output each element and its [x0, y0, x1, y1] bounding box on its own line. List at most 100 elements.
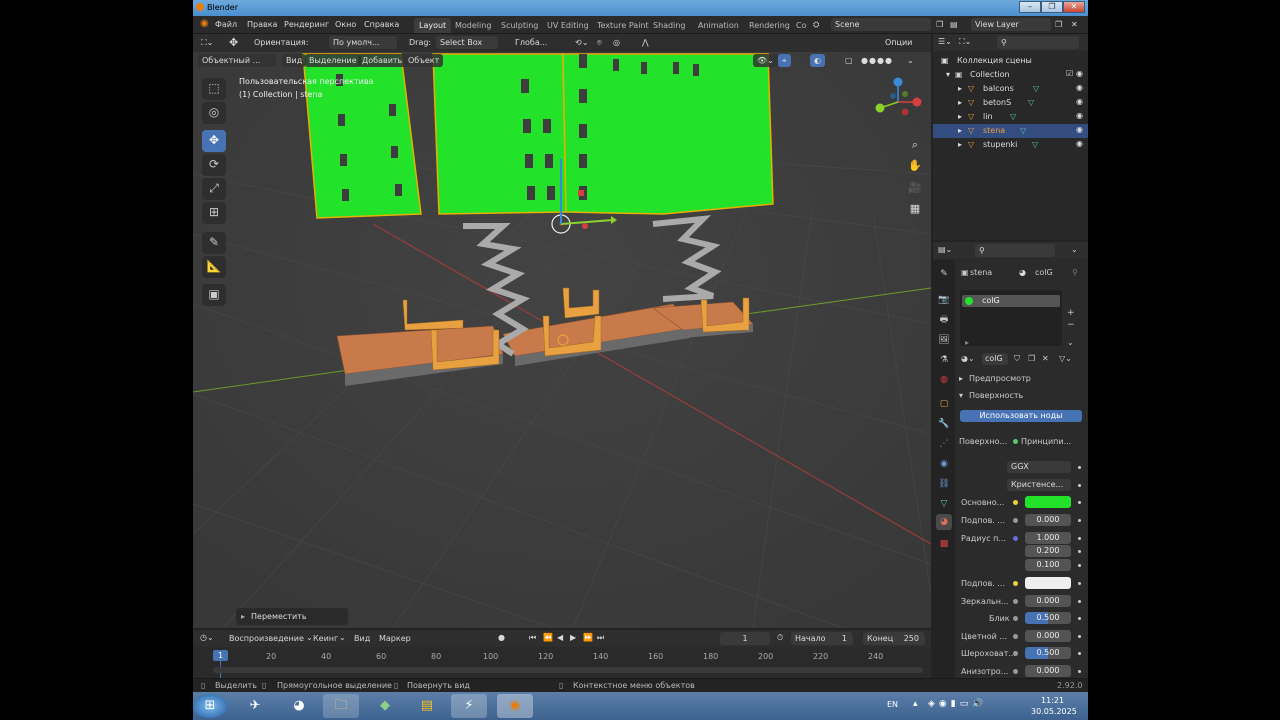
measure-tool-icon[interactable]: 📐 — [202, 256, 226, 278]
menu-view[interactable]: Вид — [282, 54, 307, 67]
checkbox-icon[interactable]: ☑ — [1066, 69, 1073, 78]
surface-panel-header[interactable]: ▾ Поверхность — [955, 389, 1088, 403]
last-operator-panel[interactable]: ▸ Переместить — [236, 608, 348, 625]
properties-search-input[interactable]: ⚲ — [975, 244, 1055, 257]
proportional-edit-icon[interactable]: ◎ — [609, 36, 624, 49]
eye-icon[interactable]: ◉ — [1076, 125, 1083, 134]
maximize-button[interactable]: ❐ — [1041, 1, 1063, 13]
record-icon[interactable]: ● — [498, 633, 505, 642]
material-tab-icon[interactable]: ◕ — [936, 514, 952, 530]
eye-icon[interactable]: ◉ — [1076, 139, 1083, 148]
slot-menu-icon[interactable]: ⌄ — [1067, 338, 1074, 347]
annotate-tool-icon[interactable]: ✎ — [202, 232, 226, 254]
tab-texture-paint[interactable]: Texture Paint — [592, 18, 654, 33]
unlink-icon[interactable]: ✕ — [1042, 354, 1049, 363]
base-color-swatch[interactable] — [1025, 496, 1071, 508]
prev-keyframe-icon[interactable]: ⏪ — [543, 633, 553, 642]
keyframe-dot[interactable] — [1078, 501, 1081, 504]
transform-tool-icon[interactable]: ⊞ — [202, 202, 226, 224]
outliner-item-lin[interactable]: ▸ ▽ lin ▽ ◉ — [933, 110, 1088, 124]
play-icon[interactable]: ▶ — [570, 633, 576, 642]
view-layer-remove-icon[interactable]: ✕ — [1071, 20, 1078, 29]
visibility-icon[interactable]: 👁⌄ — [753, 54, 778, 67]
android-icon[interactable]: ◆ — [367, 694, 403, 718]
jump-start-icon[interactable]: ⏮ — [529, 633, 536, 643]
gizmo-toggle-icon[interactable]: ⌖ — [778, 54, 791, 67]
eye-icon[interactable]: ◉ — [1076, 69, 1083, 78]
marker-menu[interactable]: Маркер — [379, 634, 411, 643]
tab-shading[interactable]: Shading — [648, 18, 691, 33]
keyframe-dot[interactable] — [1078, 519, 1081, 522]
next-keyframe-icon[interactable]: ⏩ — [583, 633, 593, 642]
rotate-tool-icon[interactable]: ⟳ — [202, 154, 226, 176]
blender-taskbar-icon[interactable]: ◉ — [497, 694, 533, 718]
language-indicator[interactable]: EN — [887, 700, 898, 709]
subsurface-color-swatch[interactable] — [1025, 577, 1071, 589]
subsurface-radius-x-field[interactable]: 1.000 — [1025, 532, 1071, 544]
drag-dropdown[interactable]: Select Box — [436, 36, 498, 49]
start-frame-field[interactable]: Начало 1 — [791, 632, 853, 645]
link-type-icon[interactable]: ▽⌄ — [1059, 354, 1072, 363]
eye-icon[interactable]: ◉ — [1076, 83, 1083, 92]
menu-edit[interactable]: Правка — [247, 20, 277, 29]
eye-icon[interactable]: ◉ — [1076, 111, 1083, 120]
material-name-field[interactable]: colG — [982, 353, 1008, 365]
use-nodes-button[interactable]: Использовать ноды — [960, 410, 1082, 422]
keyframe-dot[interactable] — [1078, 600, 1081, 603]
playback-menu[interactable]: Воспроизведение — [229, 634, 304, 643]
particles-tab-icon[interactable]: ⋰ — [936, 436, 952, 452]
properties-editor-icon[interactable]: ▤⌄ — [938, 245, 952, 254]
menu-window[interactable]: Окно — [335, 20, 356, 29]
menu-select[interactable]: Выделение — [305, 54, 361, 67]
grid-view-icon[interactable]: ▦ — [906, 200, 924, 218]
view-layer-copy-icon[interactable]: ❐ — [1055, 20, 1062, 29]
menu-add[interactable]: Добавить — [358, 54, 407, 67]
outliner-item-balcons[interactable]: ▸ ▽ balcons ▽ ◉ — [933, 82, 1088, 96]
xray-icon[interactable]: ▢ — [841, 54, 857, 67]
texture-tab-icon[interactable]: ▩ — [936, 536, 952, 552]
outliner-item-betons[interactable]: ▸ ▽ betonS ▽ ◉ — [933, 96, 1088, 110]
subsurface-method-dropdown[interactable]: Кристенсе... — [1007, 479, 1071, 491]
start-button[interactable]: ⊞ — [193, 694, 227, 718]
render-tab-icon[interactable]: 📷 — [936, 292, 952, 308]
preview-panel-header[interactable]: ▸ Предпросмотр — [955, 372, 1088, 386]
scene-collection-row[interactable]: ▣ Коллекция сцены — [933, 54, 1088, 68]
constraints-tab-icon[interactable]: ⛓ — [936, 476, 952, 492]
editor-type-icon[interactable]: ⛶⌄ — [197, 36, 217, 49]
metallic-field[interactable]: 0.000 — [1025, 595, 1071, 607]
slides-icon[interactable]: ▤ — [409, 694, 445, 718]
keyframe-dot[interactable] — [1078, 652, 1081, 655]
physics-tab-icon[interactable]: ◉ — [936, 456, 952, 472]
keyframe-dot[interactable] — [1078, 635, 1081, 638]
falloff-icon[interactable]: ⋀ — [638, 36, 653, 49]
remove-slot-icon[interactable]: − — [1067, 320, 1075, 330]
move-tool-button[interactable]: ✥ — [202, 130, 226, 152]
keyframe-dot[interactable] — [1078, 484, 1081, 487]
outliner-search-input[interactable]: ⚲ — [997, 36, 1079, 49]
filter-mode-icon[interactable]: ⛶⌄ — [959, 37, 971, 47]
surface-shader-value[interactable]: Принципи... — [1021, 437, 1071, 446]
blender-menu-icon[interactable]: ◉ — [200, 18, 209, 29]
keyframe-dot[interactable] — [1078, 564, 1081, 567]
collection-row[interactable]: ▾ ▣ Collection ☑ ◉ — [933, 68, 1088, 82]
tab-animation[interactable]: Animation — [693, 18, 744, 33]
distribution-dropdown[interactable]: GGX — [1007, 461, 1071, 473]
camera-icon[interactable]: 🎥 — [906, 179, 924, 197]
subsurface-field[interactable]: 0.000 — [1025, 514, 1071, 526]
menu-help[interactable]: Справка — [364, 20, 399, 29]
timeline-ruler[interactable]: 1 20 40 60 80 100 120 140 160 180 200 22… — [193, 647, 931, 678]
view-layer-selector[interactable]: View Layer — [971, 18, 1051, 31]
tab-rendering[interactable]: Rendering — [744, 18, 795, 33]
data-tab-icon[interactable]: ▽ — [936, 496, 952, 512]
add-cube-tool-icon[interactable]: ▣ — [202, 284, 226, 306]
keyframe-dot[interactable] — [1078, 537, 1081, 540]
tab-compositing[interactable]: Co — [791, 18, 811, 33]
pin-icon[interactable]: ⚲ — [1072, 268, 1078, 277]
current-frame-marker[interactable]: 1 — [213, 650, 228, 661]
object-tab-icon[interactable]: ▢ — [936, 396, 952, 412]
jump-end-icon[interactable]: ⏭ — [597, 633, 604, 643]
tab-layout[interactable]: Layout — [414, 18, 452, 33]
play-reverse-icon[interactable]: ◀ — [557, 633, 563, 642]
app-icon[interactable]: ⚡ — [451, 694, 487, 718]
view-layer-tab-icon[interactable]: 🖼 — [936, 332, 952, 348]
